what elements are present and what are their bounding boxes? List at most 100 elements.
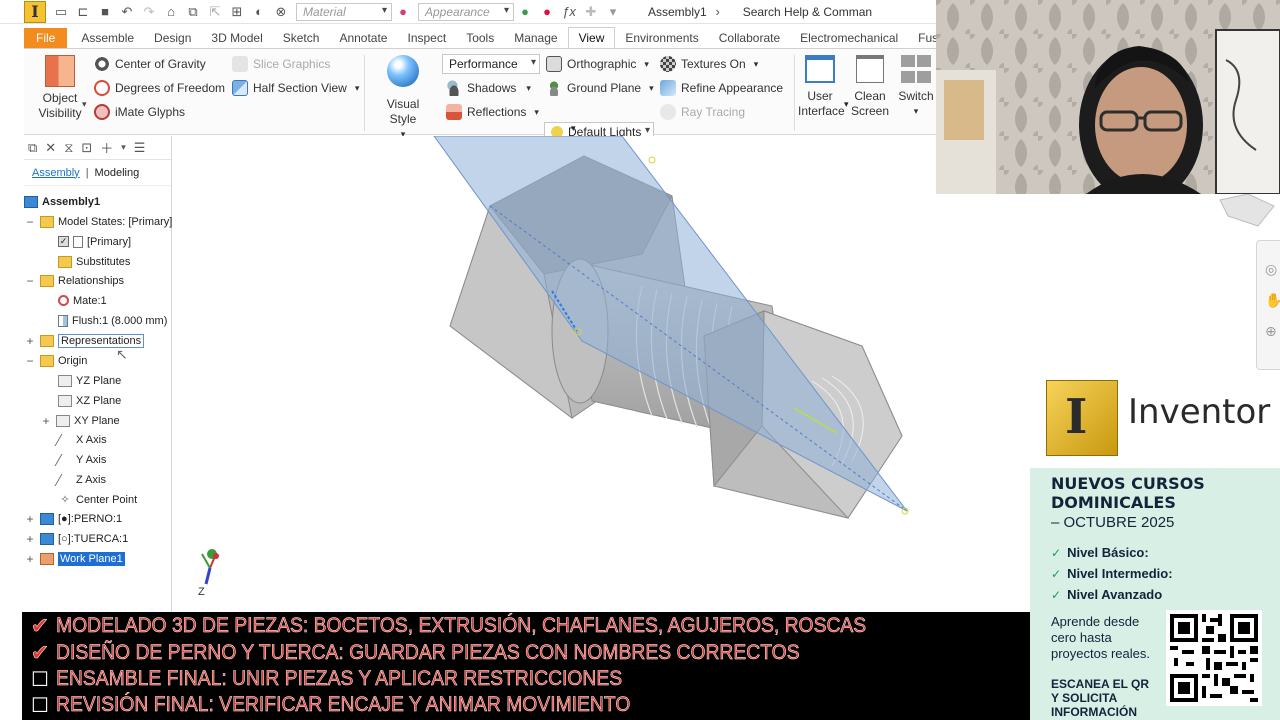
search-help-input[interactable]: Search Help & Comman [743, 5, 872, 19]
customize-icon[interactable]: ▾ [602, 2, 624, 22]
measure-icon[interactable]: ⊞ [226, 2, 248, 22]
tree-node-z-axis[interactable]: Z Axis [54, 470, 106, 489]
mode-assembly[interactable]: Assembly [32, 167, 80, 179]
center-of-gravity-button[interactable]: Center of Gravity [94, 56, 206, 72]
expand-icon[interactable]: + [24, 334, 36, 348]
view-cube[interactable] [1218, 193, 1276, 228]
ray-tracing-button[interactable]: Ray Tracing [660, 104, 745, 120]
hamburger-menu-icon[interactable]: ☰ [134, 140, 146, 156]
tree-node-primary-state[interactable]: ✓ [Primary] [58, 232, 131, 251]
orthographic-button[interactable]: Orthographic ▾ [546, 56, 649, 72]
tree-node-xz-plane[interactable]: XZ Plane [58, 391, 121, 410]
update-icon[interactable]: ⧉ [182, 2, 204, 22]
redo-icon[interactable]: ↷ [138, 2, 160, 22]
qr-code[interactable] [1166, 610, 1262, 706]
expand-icon[interactable]: + [40, 414, 52, 428]
imate-glyphs-button[interactable]: iMate Glyphs [94, 104, 185, 120]
expand-icon[interactable]: + [24, 532, 36, 546]
undo-icon[interactable]: ↶ [116, 2, 138, 22]
tree-node-xy-plane[interactable]: + XY Plane [40, 411, 119, 430]
object-visibility-button[interactable]: Object Visibility [32, 55, 88, 121]
reflections-button[interactable]: Reflections ▾ [446, 104, 539, 120]
collapse-icon[interactable]: − [24, 215, 36, 229]
degrees-of-freedom-button[interactable]: Degrees of Freedom [94, 80, 225, 96]
user-interface-button[interactable]: User Interface [798, 55, 845, 119]
tab-assemble[interactable]: Assemble [71, 28, 144, 48]
tab-annotate[interactable]: Annotate [329, 28, 397, 48]
expand-icon[interactable]: + [24, 552, 36, 566]
clear-override-icon[interactable]: ⊗ [270, 2, 292, 22]
chevron-down-icon[interactable]: ▾ [754, 59, 759, 70]
tab-collaborate[interactable]: Collaborate [709, 28, 790, 48]
tree-node-mate[interactable]: Mate:1 [58, 291, 107, 310]
collapse-icon[interactable]: − [24, 354, 36, 368]
tab-3d-model[interactable]: 3D Model [201, 28, 272, 48]
chevron-down-icon[interactable]: ▾ [526, 83, 531, 94]
material-select[interactable]: Material [296, 2, 392, 21]
pan-hand-icon[interactable]: ✋ [1265, 292, 1280, 309]
textures-on-button[interactable]: Textures On ▾ [660, 56, 758, 72]
tab-environments[interactable]: Environments [615, 28, 708, 48]
tree-node-substitutes[interactable]: Substitutes [58, 252, 130, 271]
close-icon[interactable]: ✕ [45, 140, 56, 156]
tree-node-relationships[interactable]: − Relationships [24, 271, 124, 290]
tree-node-model-states[interactable]: − Model States: [Primary] [24, 212, 172, 231]
tab-file[interactable]: File [24, 28, 68, 48]
new-file-icon[interactable]: ▭ [50, 2, 72, 22]
tab-electromechanical[interactable]: Electromechanical [790, 28, 908, 48]
zoom-icon[interactable]: ◎ [1265, 261, 1280, 278]
chevron-down-icon[interactable]: ▾ [121, 142, 126, 153]
add-icon[interactable]: ✚ [580, 2, 602, 22]
tree-node-assembly[interactable]: Assembly1 [24, 192, 100, 211]
chevron-down-icon[interactable]: ▾ [534, 107, 539, 118]
tree-node-perno[interactable]: + [●]:PERNO:1 [24, 509, 122, 528]
tree-node-tuerca[interactable]: + [○]:TUERCA:1 [24, 529, 128, 548]
refine-appearance-button[interactable]: Refine Appearance [660, 80, 783, 96]
chevron-down-icon[interactable]: ▾ [82, 99, 87, 110]
slice-graphics-button[interactable]: Slice Graphics [232, 56, 330, 72]
chevron-down-icon[interactable]: ▾ [571, 123, 576, 134]
add-browser-icon[interactable]: ＋ [100, 138, 113, 157]
tab-sketch[interactable]: Sketch [273, 28, 330, 48]
tab-tools[interactable]: Tools [456, 28, 504, 48]
chevron-down-icon[interactable]: ▾ [355, 83, 360, 94]
clean-screen-button[interactable]: Clean Screen [850, 55, 890, 119]
performance-select[interactable]: Performance [442, 54, 540, 74]
visual-style-button[interactable]: Visual Style ▾ [372, 55, 434, 142]
zoom-extents-icon[interactable]: ⊕ [1265, 323, 1280, 340]
home-icon[interactable]: ⌂ [160, 2, 182, 22]
ground-plane-button[interactable]: Ground Plane ▾ [546, 80, 654, 96]
fx-parameters-icon[interactable]: ƒx [558, 2, 580, 22]
save-icon[interactable]: ■ [94, 2, 116, 22]
clear-appearance-icon[interactable]: ● [536, 2, 558, 22]
chevron-down-icon[interactable]: ▾ [644, 59, 649, 70]
browser-menu-icon[interactable]: ⧉ [28, 140, 37, 156]
half-section-view-button[interactable]: Half Section View ▾ [232, 80, 359, 96]
tab-view[interactable]: View [567, 27, 616, 48]
tab-manage[interactable]: Manage [504, 28, 567, 48]
expand-icon[interactable]: ⊡ [81, 140, 92, 156]
chevron-down-icon[interactable]: ▾ [844, 99, 849, 110]
open-folder-icon[interactable]: ⊏ [72, 2, 94, 22]
filter-icon[interactable]: ⧖ [64, 140, 73, 156]
expand-icon[interactable]: + [24, 512, 36, 526]
select-icon[interactable]: ⇱ [204, 2, 226, 22]
tree-node-center-point[interactable]: ✧ Center Point [58, 490, 137, 509]
tab-inspect[interactable]: Inspect [397, 28, 456, 48]
chevron-down-icon[interactable]: ▾ [649, 83, 654, 94]
shadows-button[interactable]: Shadows ▾ [446, 80, 531, 96]
tree-node-y-axis[interactable]: Y Axis [54, 450, 106, 469]
inventor-logo-icon[interactable]: I [24, 0, 46, 23]
switch-windows-button[interactable]: Switch ▾ [896, 55, 936, 119]
color-override-icon[interactable]: ◐ [248, 2, 270, 22]
graphics-viewport[interactable]: Z [172, 136, 1030, 612]
adjust-appearance-icon[interactable]: ● [514, 2, 536, 22]
mode-modeling[interactable]: Modeling [95, 167, 140, 179]
model-view-svg[interactable]: Z [172, 136, 1030, 612]
appearance-select[interactable]: Appearance [418, 2, 514, 21]
tab-design[interactable]: Design [144, 28, 201, 48]
tree-node-origin[interactable]: − Origin [24, 351, 87, 370]
collapse-icon[interactable]: − [24, 274, 36, 288]
tree-node-yz-plane[interactable]: YZ Plane [58, 371, 121, 390]
tree-node-flush[interactable]: Flush:1 (8.000 mm) [58, 311, 167, 330]
